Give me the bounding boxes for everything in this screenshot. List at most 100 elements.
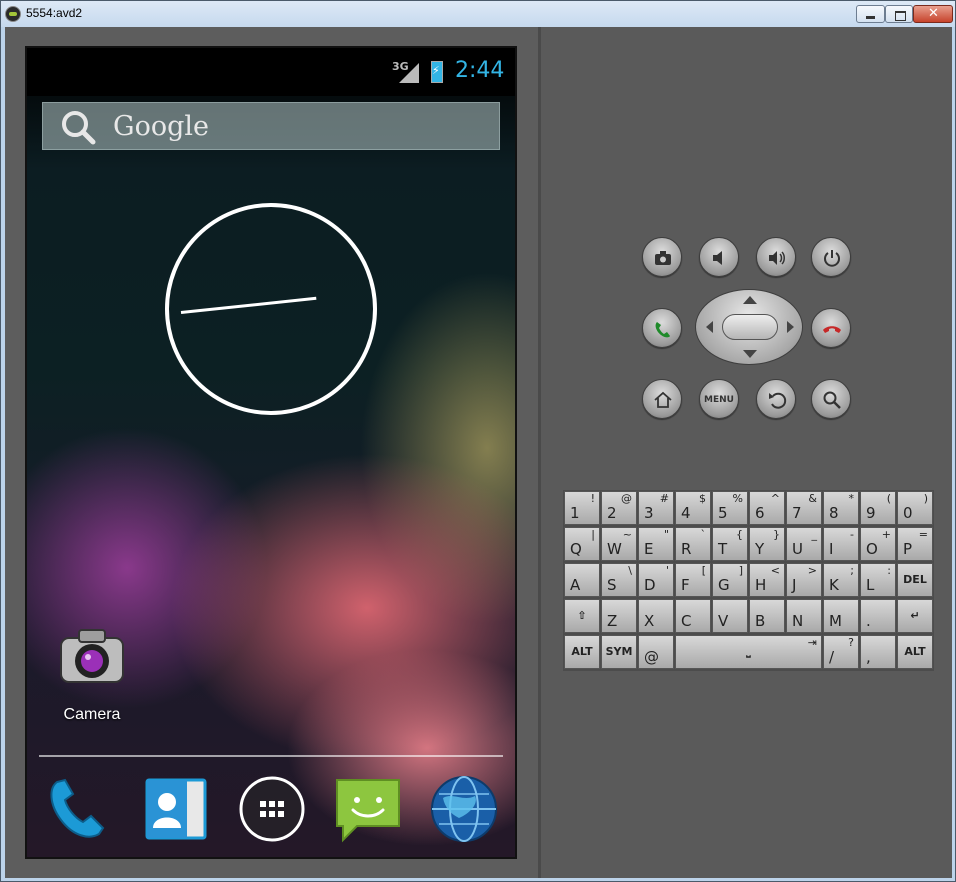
google-search-bar[interactable]: Google	[42, 102, 500, 150]
key-label: SYM	[605, 645, 633, 658]
key-row4-3[interactable]: ⎵ ⇥	[675, 635, 822, 669]
key-label: Z	[607, 612, 618, 630]
key-row2-8[interactable]: L:	[860, 563, 896, 597]
menu-button[interactable]: MENU	[699, 379, 739, 419]
key-row3-3[interactable]: C	[675, 599, 711, 633]
dpad-down-arrow-icon[interactable]	[743, 350, 757, 358]
key-label: 2	[607, 504, 617, 522]
key-label: K	[829, 576, 839, 594]
key-row0-0[interactable]: 1!	[564, 491, 600, 525]
end-call-button[interactable]	[811, 308, 851, 348]
key-row0-3[interactable]: 4 $	[675, 491, 711, 525]
key-row3-2[interactable]: X	[638, 599, 674, 633]
key-row1-9[interactable]: P =	[897, 527, 933, 561]
key-row2-7[interactable]: K;	[823, 563, 859, 597]
key-row3-9[interactable]: ↵	[897, 599, 933, 633]
close-button[interactable]	[913, 5, 953, 23]
key-row2-1[interactable]: S \	[601, 563, 637, 597]
dpad-center-button[interactable]	[722, 314, 778, 340]
key-row0-8[interactable]: 9(	[860, 491, 896, 525]
key-row0-6[interactable]: 7 &	[786, 491, 822, 525]
key-row4-6[interactable]: ALT	[897, 635, 933, 669]
dpad-up-arrow-icon[interactable]	[743, 296, 757, 304]
volume-up-button[interactable]	[756, 237, 796, 277]
menu-button-label: MENU	[704, 395, 734, 405]
key-row0-4[interactable]: 5%	[712, 491, 748, 525]
key-label: O	[866, 540, 878, 558]
key-alt-label: }	[773, 528, 780, 541]
contacts-icon	[145, 778, 207, 840]
key-alt-label: %	[732, 492, 743, 505]
key-alt-label: \	[628, 564, 632, 577]
key-row1-2[interactable]: E "	[638, 527, 674, 561]
camera-button[interactable]	[642, 237, 682, 277]
back-button[interactable]	[756, 379, 796, 419]
key-row0-1[interactable]: 2 @	[601, 491, 637, 525]
clock-hand	[180, 296, 317, 314]
minimize-button[interactable]	[856, 5, 885, 23]
key-row2-6[interactable]: J >	[786, 563, 822, 597]
key-row2-4[interactable]: G]	[712, 563, 748, 597]
key-row2-5[interactable]: H <	[749, 563, 785, 597]
key-row3-8[interactable]: .	[860, 599, 896, 633]
home-button[interactable]	[642, 379, 682, 419]
device-screen[interactable]: 3G 2:44 Google	[25, 46, 517, 859]
key-row2-9[interactable]: DEL	[897, 563, 933, 597]
key-row0-2[interactable]: 3 #	[638, 491, 674, 525]
dock-all-apps[interactable]	[237, 774, 307, 844]
camera-app-shortcut[interactable]: Camera	[47, 626, 137, 736]
key-label: W	[607, 540, 622, 558]
key-alt-label: >	[807, 564, 817, 577]
key-label: ,	[866, 648, 871, 666]
dpad-left-arrow-icon[interactable]	[706, 321, 713, 333]
key-row0-5[interactable]: 6 ^	[749, 491, 785, 525]
dpad-right-arrow-icon[interactable]	[787, 321, 794, 333]
key-alt-label: &	[808, 492, 817, 505]
key-row4-5[interactable]: ,	[860, 635, 896, 669]
key-row1-4[interactable]: T{	[712, 527, 748, 561]
key-row3-7[interactable]: M	[823, 599, 859, 633]
key-label: B	[755, 612, 766, 630]
key-row2-3[interactable]: F[	[675, 563, 711, 597]
analog-clock-widget[interactable]	[165, 203, 377, 415]
key-row2-0[interactable]: A	[564, 563, 600, 597]
call-button[interactable]	[642, 308, 682, 348]
key-row4-4[interactable]: /?	[823, 635, 859, 669]
key-row4-0[interactable]: ALT	[564, 635, 600, 669]
key-row0-9[interactable]: 0)	[897, 491, 933, 525]
key-row1-0[interactable]: Q |	[564, 527, 600, 561]
dock-phone[interactable]	[43, 774, 113, 844]
key-label: ↵	[910, 609, 920, 622]
key-row4-2[interactable]: @	[638, 635, 674, 669]
key-row3-4[interactable]: V	[712, 599, 748, 633]
key-row1-5[interactable]: Y}	[749, 527, 785, 561]
key-row1-8[interactable]: O +	[860, 527, 896, 561]
dock-messaging[interactable]	[333, 774, 403, 844]
key-label: 5	[718, 504, 728, 522]
key-row3-5[interactable]: B	[749, 599, 785, 633]
key-row2-2[interactable]: D '	[638, 563, 674, 597]
key-row4-1[interactable]: SYM	[601, 635, 637, 669]
end-call-icon	[823, 326, 841, 333]
key-row1-3[interactable]: R `	[675, 527, 711, 561]
dock-browser[interactable]	[429, 774, 499, 844]
key-row1-1[interactable]: W ~	[601, 527, 637, 561]
key-row3-0[interactable]: ⇧	[564, 599, 600, 633]
volume-down-button[interactable]	[699, 237, 739, 277]
power-button[interactable]	[811, 237, 851, 277]
key-row1-7[interactable]: I-	[823, 527, 859, 561]
key-row0-7[interactable]: 8 *	[823, 491, 859, 525]
battery-icon	[431, 61, 443, 83]
maximize-button[interactable]	[885, 5, 913, 23]
key-label: S	[607, 576, 617, 594]
status-bar[interactable]: 3G 2:44	[27, 48, 515, 96]
key-row3-6[interactable]: N	[786, 599, 822, 633]
dpad[interactable]	[695, 289, 803, 365]
dock-contacts[interactable]	[141, 774, 211, 844]
search-icon	[823, 391, 841, 409]
key-row3-1[interactable]: Z	[601, 599, 637, 633]
key-label: ALT	[904, 645, 926, 658]
key-row1-6[interactable]: U _	[786, 527, 822, 561]
search-button[interactable]	[811, 379, 851, 419]
title-bar[interactable]: 5554:avd2	[1, 1, 955, 27]
